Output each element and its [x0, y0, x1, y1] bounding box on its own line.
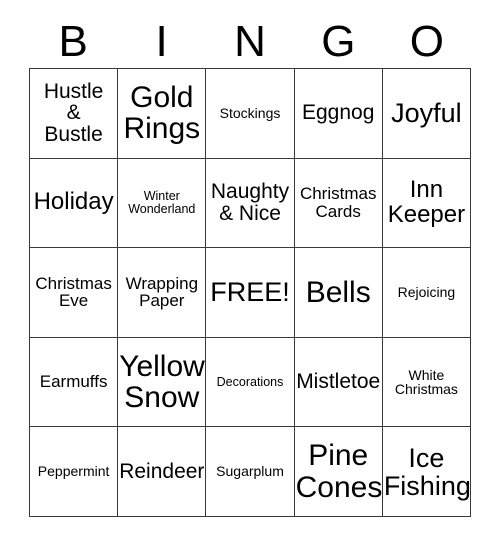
bingo-cell-label: Pine Cones [295, 439, 383, 504]
bingo-cell-b3[interactable]: Christmas Eve [30, 248, 119, 338]
bingo-cell-label: Joyful [391, 98, 462, 129]
bingo-cell-label: Holiday [33, 188, 114, 216]
bingo-cell-label: Bells [305, 275, 371, 309]
bingo-cell-g1[interactable]: Eggnog [294, 69, 383, 159]
bingo-cell-label: Yellow Snow [119, 349, 205, 415]
bingo-header-letter-b: B [58, 17, 88, 66]
bingo-row-3: Christmas Eve Wrapping Paper FREE! Bells… [30, 248, 472, 338]
bingo-cell-label: Gold Rings [123, 81, 201, 146]
bingo-cell-label: Mistletoe [296, 370, 381, 394]
bingo-cell-label: Stockings [219, 105, 281, 122]
bingo-cell-n4[interactable]: Decorations [206, 337, 295, 428]
bingo-cell-label: Rejoicing [397, 284, 456, 301]
bingo-cell-label: Earmuffs [39, 372, 108, 392]
bingo-cell-i3[interactable]: Wrapping Paper [118, 248, 207, 338]
bingo-cell-label: Eggnog [302, 101, 375, 125]
bingo-cell-i2[interactable]: Winter Wonderland [118, 158, 207, 249]
bingo-cell-b4[interactable]: Earmuffs [30, 337, 119, 428]
bingo-cell-label: Peppermint [37, 463, 110, 480]
bingo-cell-label: Reindeer [119, 459, 205, 483]
bingo-free-space-label: FREE! [210, 277, 290, 308]
bingo-header: B I N G O [29, 16, 471, 68]
bingo-cell-label: Wrapping Paper [125, 273, 199, 311]
bingo-header-letter-i: I [155, 17, 168, 66]
bingo-row-5: Peppermint Reindeer Sugarplum Pine Cones… [30, 427, 472, 517]
bingo-cell-label: White Christmas [394, 366, 458, 398]
bingo-header-letter-g: G [321, 17, 356, 66]
bingo-cell-b1[interactable]: Hustle & Bustle [30, 69, 119, 159]
bingo-cell-i5[interactable]: Reindeer [118, 427, 207, 517]
bingo-cell-label: Inn Keeper [387, 175, 466, 228]
bingo-cell-o4[interactable]: White Christmas [382, 337, 472, 428]
bingo-row-2: Holiday Winter Wonderland Naughty & Nice… [30, 158, 472, 249]
bingo-cell-label: Decorations [216, 374, 284, 389]
bingo-header-letter-o: O [409, 17, 444, 66]
bingo-cell-i4[interactable]: Yellow Snow [118, 337, 207, 428]
bingo-card: B I N G O Hustle & Bustle Gold Rings Sto… [0, 0, 500, 544]
bingo-cell-o2[interactable]: Inn Keeper [382, 158, 472, 249]
bingo-cell-n5[interactable]: Sugarplum [206, 427, 295, 517]
bingo-cell-o3[interactable]: Rejoicing [382, 248, 472, 338]
bingo-cell-label: Ice Fishing [383, 442, 471, 501]
bingo-cell-b2[interactable]: Holiday [30, 158, 119, 249]
bingo-cell-b5[interactable]: Peppermint [30, 427, 119, 517]
bingo-grid: Hustle & Bustle Gold Rings Stockings Egg… [29, 68, 472, 517]
bingo-cell-free-space[interactable]: FREE! [206, 248, 295, 338]
bingo-cell-n1[interactable]: Stockings [206, 69, 295, 159]
bingo-cell-label: Sugarplum [216, 463, 284, 480]
bingo-cell-label: Hustle & Bustle [43, 79, 104, 147]
bingo-cell-g3[interactable]: Bells [294, 248, 383, 338]
bingo-cell-label: Naughty & Nice [210, 180, 290, 225]
bingo-cell-g2[interactable]: Christmas Cards [294, 158, 383, 249]
bingo-cell-o5[interactable]: Ice Fishing [382, 427, 472, 517]
bingo-cell-label: Christmas Cards [299, 184, 377, 221]
bingo-cell-label: Christmas Eve [35, 273, 112, 311]
bingo-cell-label: Winter Wonderland [128, 188, 196, 216]
bingo-header-letter-n: N [234, 17, 266, 66]
bingo-row-1: Hustle & Bustle Gold Rings Stockings Egg… [30, 69, 472, 159]
bingo-cell-o1[interactable]: Joyful [382, 69, 472, 159]
bingo-cell-g5[interactable]: Pine Cones [294, 427, 383, 517]
bingo-cell-i1[interactable]: Gold Rings [118, 69, 207, 159]
bingo-cell-n2[interactable]: Naughty & Nice [206, 158, 295, 249]
bingo-cell-g4[interactable]: Mistletoe [294, 337, 383, 428]
bingo-row-4: Earmuffs Yellow Snow Decorations Mistlet… [30, 337, 472, 428]
